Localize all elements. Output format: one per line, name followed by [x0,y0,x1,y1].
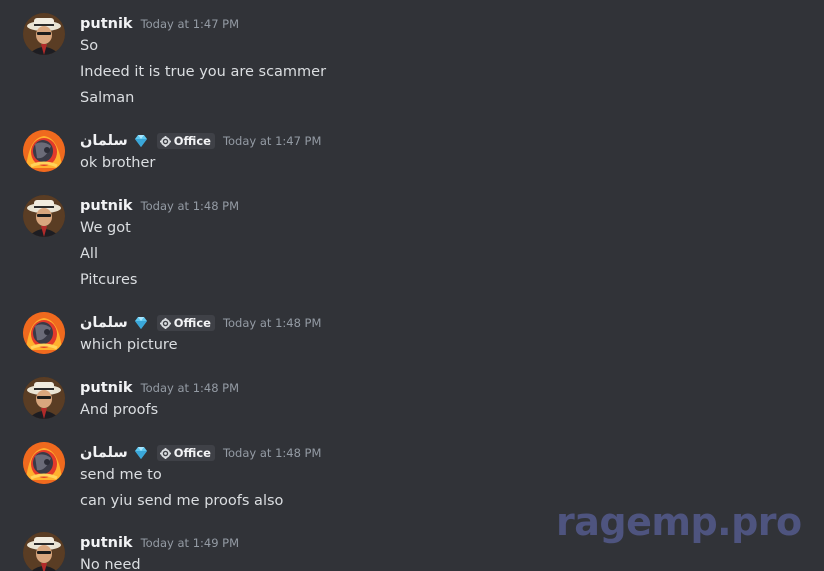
message-text: So [80,38,99,54]
user-avatar[interactable] [23,13,65,55]
user-avatar[interactable] [23,377,65,419]
message-header: سلمان Office Today at 1:48 PM [80,442,321,464]
gear-tag-icon [159,135,171,147]
message-header: سلمان Office Today at 1:48 PM [80,312,321,334]
message-text: All [80,246,98,262]
message-text: which picture [80,337,178,353]
message-group: سلمان Office Today at 1:47 PM ok brother [0,130,824,178]
message-timestamp: Today at 1:47 PM [140,17,240,31]
user-avatar[interactable] [23,532,65,571]
user-avatar[interactable] [23,195,65,237]
gear-tag-icon [159,317,171,329]
server-tag-label: Office [173,134,211,148]
message-text: Indeed it is true you are scammer [80,64,327,80]
message-group: putnik Today at 1:48 PM And proofs [0,377,824,425]
user-avatar[interactable] [23,442,65,484]
message-timestamp: Today at 1:48 PM [140,199,240,213]
message-header: putnik Today at 1:48 PM [80,377,239,399]
message-group: putnik Today at 1:47 PM So Indeed it is tru… [0,13,824,113]
gear-tag-icon [159,447,171,459]
message-text: send me to [80,467,162,483]
server-tag-label: Office [173,316,211,330]
username[interactable]: سلمان [80,133,128,149]
username[interactable]: putnik [80,535,133,551]
message-group: putnik Today at 1:48 PM We got All Pitcures [0,195,824,295]
diamond-gem-icon [134,135,147,147]
username[interactable]: putnik [80,16,133,32]
username[interactable]: putnik [80,380,133,396]
username[interactable]: putnik [80,198,133,214]
message-header: putnik Today at 1:47 PM [80,13,239,35]
message-timestamp: Today at 1:48 PM [140,381,240,395]
server-tag[interactable]: Office [156,445,215,461]
user-avatar[interactable] [23,312,65,354]
message-header: putnik Today at 1:48 PM [80,195,239,217]
message-text: We got [80,220,131,236]
chat-messages-area[interactable]: putnik Today at 1:47 PM So Indeed it is tru… [0,0,824,571]
username[interactable]: سلمان [80,315,128,331]
message-text: And proofs [80,402,159,418]
diamond-gem-icon [134,447,147,459]
user-avatar[interactable] [23,130,65,172]
message-text: No need [80,557,141,571]
message-text: ok brother [80,155,156,171]
server-tag[interactable]: Office [156,315,215,331]
message-timestamp: Today at 1:48 PM [222,446,322,460]
message-header: putnik Today at 1:49 PM [80,532,239,554]
message-timestamp: Today at 1:47 PM [222,134,322,148]
server-tag-label: Office [173,446,211,460]
message-text: Salman [80,90,135,106]
diamond-gem-icon [134,317,147,329]
message-timestamp: Today at 1:48 PM [222,316,322,330]
message-timestamp: Today at 1:49 PM [140,536,240,550]
message-text: Pitcures [80,272,138,288]
message-header: سلمان Office Today at 1:47 PM [80,130,321,152]
username[interactable]: سلمان [80,445,128,461]
server-tag[interactable]: Office [156,133,215,149]
watermark-text: ragemp.pro [556,500,802,544]
message-group: سلمان Office Today at 1:48 PM which picture [0,312,824,360]
message-text: can yiu send me proofs also [80,493,284,509]
